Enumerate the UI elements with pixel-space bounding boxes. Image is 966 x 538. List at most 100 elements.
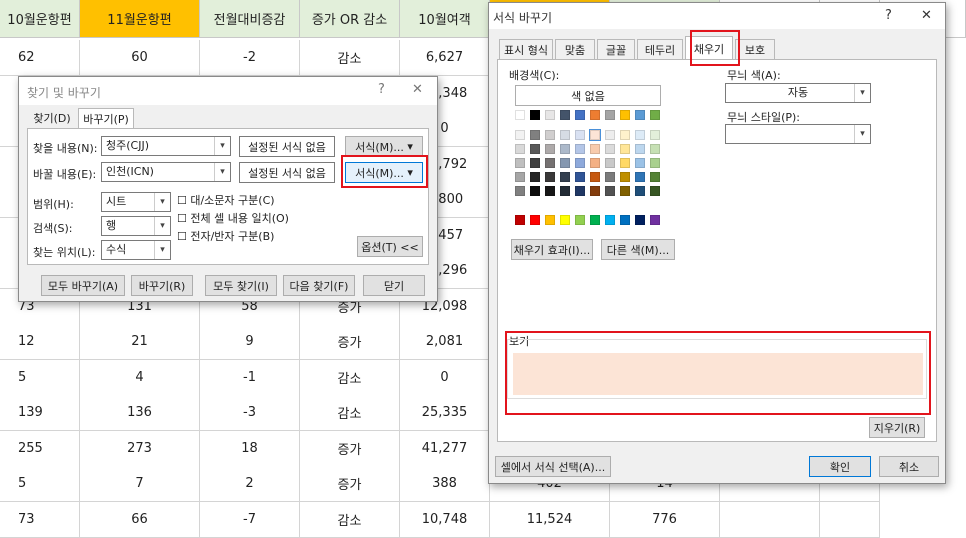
color-swatch[interactable] (650, 186, 660, 196)
chevron-down-icon[interactable]: ▾ (854, 125, 870, 143)
color-swatch[interactable] (590, 186, 600, 196)
color-swatch[interactable] (620, 172, 630, 182)
table-cell[interactable]: 273 (80, 430, 200, 467)
color-swatch[interactable] (605, 130, 615, 140)
color-swatch[interactable] (650, 144, 660, 154)
color-swatch[interactable] (635, 144, 645, 154)
table-cell[interactable]: 감소 (300, 359, 400, 396)
color-swatch[interactable] (590, 172, 600, 182)
table-cell[interactable]: 2 (200, 466, 300, 502)
table-cell[interactable]: 10,748 (400, 501, 490, 538)
color-swatch[interactable] (530, 172, 540, 182)
table-cell[interactable]: 5 (0, 466, 80, 502)
more-colors-button[interactable]: 다른 색(M)... (601, 239, 675, 260)
table-cell[interactable]: 7 (80, 466, 200, 502)
table-cell[interactable]: 감소 (300, 501, 400, 538)
color-swatch[interactable] (650, 110, 660, 120)
color-swatch[interactable] (575, 215, 585, 225)
table-cell[interactable] (820, 501, 880, 538)
color-swatch[interactable] (575, 130, 585, 140)
find-what-input[interactable]: 청주(CJJ) ▾ (101, 136, 231, 156)
color-swatch[interactable] (650, 130, 660, 140)
color-swatch[interactable] (605, 144, 615, 154)
tab-2[interactable]: 글꼴 (597, 39, 635, 59)
color-swatch[interactable] (560, 130, 570, 140)
ok-button[interactable]: 확인 (809, 456, 871, 477)
table-cell[interactable]: 21 (80, 324, 200, 360)
table-cell[interactable]: 139 (0, 395, 80, 431)
table-cell[interactable]: 증가 (300, 324, 400, 360)
options-button[interactable]: 옵션(T) << (357, 236, 423, 257)
color-swatch[interactable] (515, 158, 525, 168)
table-cell[interactable]: 41,277 (400, 430, 490, 467)
color-swatch[interactable] (560, 158, 570, 168)
look-in-select[interactable]: 수식 ▾ (101, 240, 171, 260)
color-swatch[interactable] (515, 186, 525, 196)
chevron-down-icon[interactable]: ▾ (154, 241, 170, 259)
match-case-checkbox[interactable]: ☐ 대/소문자 구분(C) (177, 192, 275, 208)
table-cell[interactable]: 73 (0, 501, 80, 538)
color-swatch[interactable] (545, 172, 555, 182)
table-cell[interactable]: -7 (200, 501, 300, 538)
color-swatch[interactable] (620, 130, 630, 140)
cancel-button[interactable]: 취소 (879, 456, 939, 477)
table-cell[interactable]: -1 (200, 359, 300, 396)
table-cell[interactable]: 2,081 (400, 324, 490, 360)
column-header[interactable]: 10월여객 (400, 0, 490, 38)
color-swatch[interactable] (635, 110, 645, 120)
table-cell[interactable]: 136 (80, 395, 200, 431)
color-swatch[interactable] (515, 172, 525, 182)
color-swatch[interactable] (515, 130, 525, 140)
color-swatch[interactable] (635, 130, 645, 140)
table-cell[interactable]: 6,627 (400, 40, 490, 76)
color-swatch[interactable] (620, 144, 630, 154)
table-cell[interactable]: 11,524 (490, 501, 610, 538)
column-header[interactable]: 11월운항편 (80, 0, 200, 38)
color-swatch[interactable] (590, 215, 600, 225)
color-swatch[interactable] (560, 172, 570, 182)
table-cell[interactable]: 감소 (300, 395, 400, 431)
color-swatch[interactable] (575, 172, 585, 182)
table-cell[interactable]: 62 (0, 40, 80, 76)
replace-button[interactable]: 바꾸기(R) (131, 275, 193, 296)
color-swatch[interactable] (515, 110, 525, 120)
choose-format-from-cell-button[interactable]: 셀에서 서식 선택(A)... (495, 456, 611, 477)
column-header[interactable]: 10월운항편 (0, 0, 80, 38)
color-swatch[interactable] (590, 158, 600, 168)
color-swatch[interactable] (560, 186, 570, 196)
table-cell[interactable]: 18 (200, 430, 300, 467)
chevron-down-icon[interactable]: ▾ (214, 137, 230, 155)
color-swatch[interactable] (545, 186, 555, 196)
tab-3[interactable]: 테두리 (637, 39, 683, 59)
table-cell[interactable] (720, 501, 820, 538)
table-cell[interactable]: 12 (0, 324, 80, 360)
tab-find[interactable]: 찾기(D) (28, 108, 76, 128)
color-swatch[interactable] (545, 110, 555, 120)
table-cell[interactable]: 60 (80, 40, 200, 76)
table-cell[interactable]: 증가 (300, 466, 400, 502)
color-swatch[interactable] (530, 158, 540, 168)
column-header[interactable]: 증가 OR 감소 (300, 0, 400, 38)
color-swatch[interactable] (605, 158, 615, 168)
color-swatch[interactable] (635, 158, 645, 168)
color-swatch[interactable] (605, 186, 615, 196)
tab-1[interactable]: 맞춤 (555, 39, 595, 59)
color-swatch[interactable] (650, 158, 660, 168)
color-swatch[interactable] (575, 144, 585, 154)
color-swatch[interactable] (575, 186, 585, 196)
table-cell[interactable]: 66 (80, 501, 200, 538)
chevron-down-icon[interactable]: ▾ (214, 163, 230, 181)
close-icon[interactable]: ✕ (921, 8, 932, 23)
table-cell[interactable]: 255 (0, 430, 80, 467)
color-swatch[interactable] (560, 110, 570, 120)
table-cell[interactable]: 0 (400, 359, 490, 396)
color-swatch[interactable] (530, 130, 540, 140)
color-swatch[interactable] (575, 158, 585, 168)
table-cell[interactable]: -2 (200, 40, 300, 76)
color-swatch[interactable] (530, 110, 540, 120)
color-swatch[interactable] (590, 144, 600, 154)
match-entire-checkbox[interactable]: ☐ 전체 셀 내용 일치(O) (177, 210, 289, 226)
color-swatch[interactable] (545, 158, 555, 168)
table-cell[interactable]: 9 (200, 324, 300, 360)
table-cell[interactable]: 5 (0, 359, 80, 396)
